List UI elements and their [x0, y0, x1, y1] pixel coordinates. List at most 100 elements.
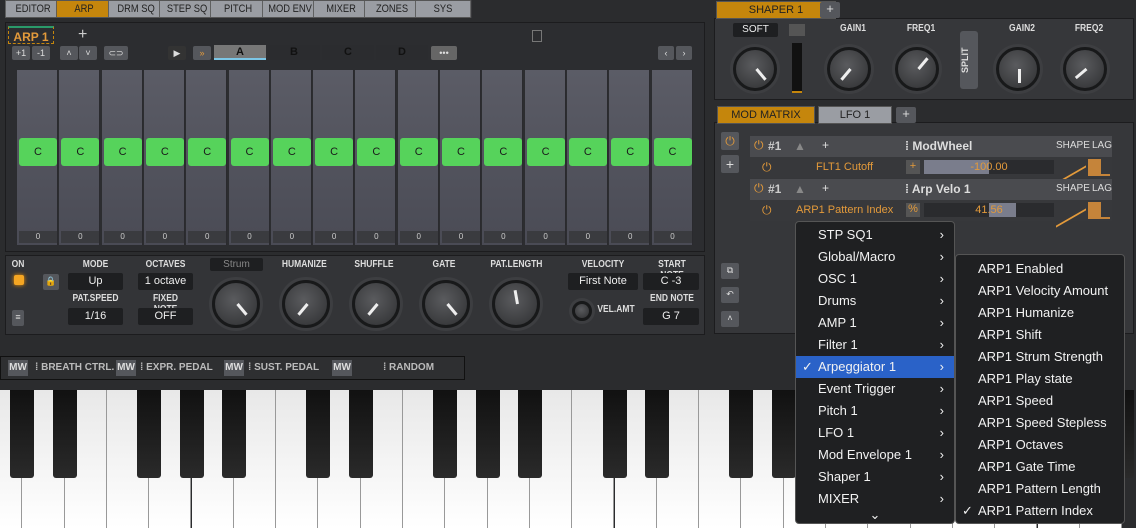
lag-icon[interactable]: [1088, 159, 1110, 176]
shaper-knob-3[interactable]: [996, 47, 1040, 91]
step-note[interactable]: C: [188, 138, 227, 166]
submenu-item[interactable]: ARP1 Pattern Length: [956, 478, 1124, 500]
arp-tab[interactable]: ARP 1: [8, 26, 54, 44]
black-key[interactable]: [306, 390, 331, 478]
forward-icon[interactable]: »: [193, 46, 211, 60]
submenu-item[interactable]: ARP1 Octaves: [956, 434, 1124, 456]
mw-button[interactable]: MW: [332, 360, 352, 376]
end-note-field[interactable]: G 7: [643, 308, 699, 325]
transpose-up-button[interactable]: +1: [12, 46, 30, 60]
tab-sys[interactable]: SYS: [415, 0, 472, 18]
mod-source[interactable]: ⁞ Arp Velo 1: [905, 182, 971, 196]
step-note[interactable]: C: [653, 138, 692, 166]
black-key[interactable]: [179, 390, 204, 478]
step-value[interactable]: 0: [611, 231, 650, 243]
play-button[interactable]: ▶: [168, 46, 186, 60]
step-column[interactable]: C0: [228, 70, 270, 245]
shaper-knob-2[interactable]: [895, 47, 939, 91]
tab-lfo[interactable]: LFO 1: [818, 106, 892, 124]
amount-slider[interactable]: -100.00: [924, 160, 1054, 174]
start-note-field[interactable]: C -3: [643, 273, 699, 290]
black-key[interactable]: [52, 390, 77, 478]
mod-target[interactable]: FLT1 Cutoff: [816, 161, 873, 173]
shaper-mode[interactable]: SOFT: [733, 23, 778, 37]
shift-down-button[interactable]: ˅: [79, 46, 97, 60]
lock-icon[interactable]: 🔒: [43, 274, 59, 290]
controller-breath-ctrl-[interactable]: ⁞ BREATH CTRL.: [35, 358, 115, 378]
step-note[interactable]: C: [145, 138, 184, 166]
step-column[interactable]: C0: [609, 70, 651, 245]
shaper-knob-4[interactable]: [1063, 47, 1107, 91]
tab-arp[interactable]: ARP: [56, 0, 113, 18]
step-column[interactable]: C0: [566, 70, 608, 245]
step-value[interactable]: 0: [357, 231, 396, 243]
polarity-button[interactable]: +: [906, 160, 920, 174]
add-target-button[interactable]: +: [822, 181, 829, 195]
submenu-item[interactable]: ARP1 Play state: [956, 368, 1124, 390]
menu-item[interactable]: LFO 1 ›: [796, 422, 954, 444]
step-value[interactable]: 0: [103, 231, 142, 243]
black-key[interactable]: [729, 390, 754, 478]
step-note[interactable]: C: [315, 138, 354, 166]
black-key[interactable]: [433, 390, 458, 478]
arp-on-toggle[interactable]: [14, 275, 24, 285]
pattern-C[interactable]: C: [322, 45, 374, 60]
more-button[interactable]: •••: [431, 46, 457, 60]
tab-editor[interactable]: EDITOR: [5, 0, 62, 18]
submenu-item[interactable]: ARP1 Strum Strength: [956, 346, 1124, 368]
shaper-knob-1[interactable]: [827, 47, 871, 91]
arp-knob-1[interactable]: [282, 280, 330, 328]
step-column[interactable]: C0: [59, 70, 101, 245]
controller-random[interactable]: ⁞ RANDOM: [356, 358, 461, 378]
arp-knob-2[interactable]: [352, 280, 400, 328]
mw-button[interactable]: MW: [116, 360, 136, 376]
step-value[interactable]: 0: [188, 231, 227, 243]
undo-button[interactable]: ↶: [721, 287, 739, 303]
step-value[interactable]: 0: [19, 231, 57, 243]
mw-button[interactable]: MW: [224, 360, 244, 376]
split-button[interactable]: SPLIT: [960, 31, 978, 89]
tab-shaper[interactable]: SHAPER 1: [716, 1, 836, 19]
step-note[interactable]: C: [230, 138, 269, 166]
black-key[interactable]: [221, 390, 246, 478]
submenu-item[interactable]: ARP1 Speed Stepless: [956, 412, 1124, 434]
pattern-B[interactable]: B: [268, 45, 320, 60]
step-note[interactable]: C: [103, 138, 142, 166]
step-column[interactable]: C0: [143, 70, 185, 245]
black-key[interactable]: [137, 390, 162, 478]
fixed-note-field[interactable]: OFF: [138, 308, 193, 325]
step-value[interactable]: 0: [145, 231, 184, 243]
prev-page-button[interactable]: ‹: [658, 46, 674, 60]
tab-drm-sq[interactable]: DRM SQ: [107, 0, 164, 18]
step-note[interactable]: C: [611, 138, 650, 166]
mod-source[interactable]: ⁞ ModWheel: [905, 139, 972, 153]
slot-power-icon[interactable]: ⏻: [754, 181, 764, 196]
submenu-item[interactable]: ARP1 Speed: [956, 390, 1124, 412]
tab-mod-matrix[interactable]: MOD MATRIX: [717, 106, 815, 124]
black-key[interactable]: [602, 390, 627, 478]
mod-target[interactable]: ARP1 Pattern Index: [796, 204, 893, 216]
step-value[interactable]: 0: [568, 231, 607, 243]
menu-item[interactable]: Drums ›: [796, 290, 954, 312]
menu-item[interactable]: Event Trigger ›: [796, 378, 954, 400]
menu-item[interactable]: Shaper 1 ›: [796, 466, 954, 488]
submenu-item[interactable]: ARP1 Velocity Amount: [956, 280, 1124, 302]
arp-knob-0[interactable]: [212, 280, 260, 328]
menu-item[interactable]: Global/Macro ›: [796, 246, 954, 268]
add-shaper-button[interactable]: +: [820, 2, 840, 18]
link-button[interactable]: ⊂⊃: [104, 46, 128, 60]
amount-slider[interactable]: 41.56: [924, 203, 1054, 217]
step-column[interactable]: C0: [651, 70, 693, 245]
menu-item[interactable]: Filter 1 ›: [796, 334, 954, 356]
velocity-field[interactable]: First Note: [568, 273, 638, 290]
step-column[interactable]: C0: [313, 70, 355, 245]
move-up-icon[interactable]: ▲: [794, 182, 806, 196]
target-power-icon[interactable]: ⏻: [762, 160, 772, 175]
add-arp-button[interactable]: +: [78, 26, 87, 44]
step-note[interactable]: C: [61, 138, 100, 166]
mw-button[interactable]: MW: [8, 360, 28, 376]
step-column[interactable]: C0: [17, 70, 58, 245]
slot-power-icon[interactable]: ⏻: [754, 138, 764, 153]
step-value[interactable]: 0: [442, 231, 480, 243]
submenu-item[interactable]: ARP1 Shift: [956, 324, 1124, 346]
